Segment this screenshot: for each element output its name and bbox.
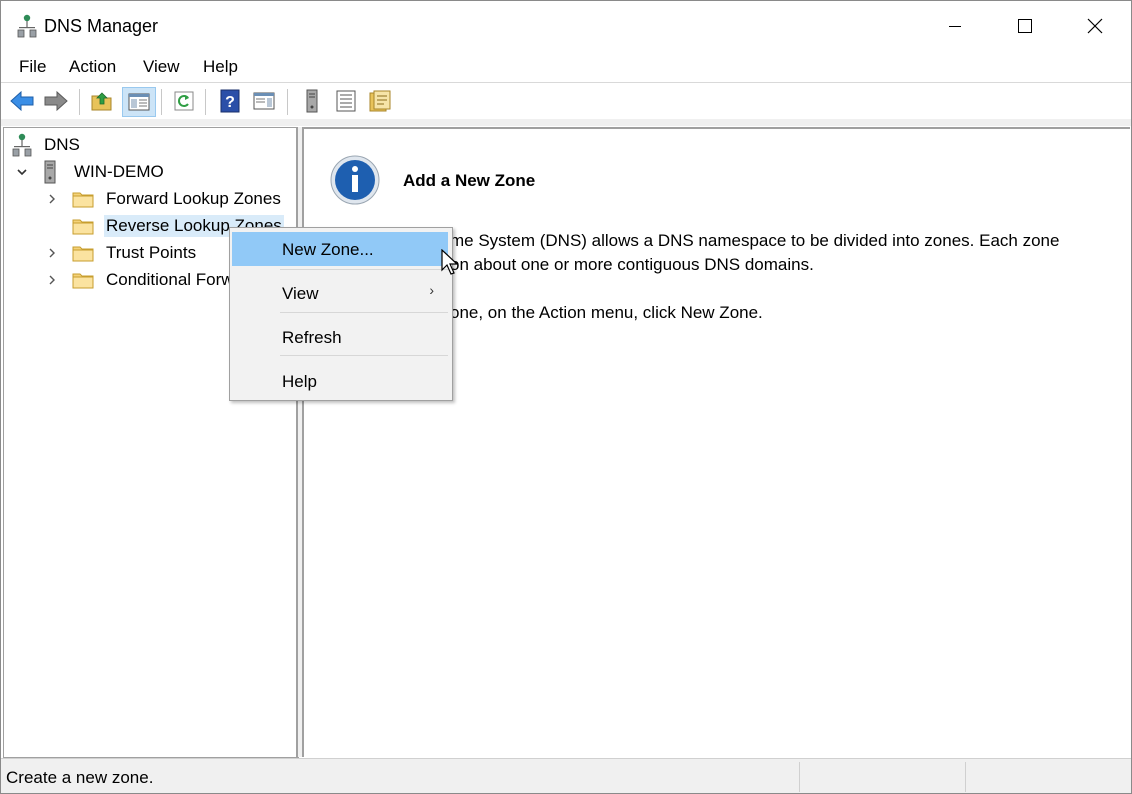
dns-app-icon bbox=[17, 14, 37, 38]
instruction-text: one, on the Action menu, click New Zone. bbox=[450, 303, 763, 322]
forward-button[interactable] bbox=[43, 88, 69, 114]
info-icon bbox=[330, 155, 380, 205]
svg-text:?: ? bbox=[225, 94, 235, 111]
toolbar-separator bbox=[205, 89, 206, 115]
properties-icon bbox=[369, 90, 391, 112]
tree-node-label: Conditional Forw bbox=[106, 270, 234, 289]
refresh-button[interactable] bbox=[171, 88, 197, 114]
menu-action[interactable]: Action bbox=[67, 57, 118, 77]
server-button[interactable] bbox=[299, 88, 325, 114]
tree-node-conditional-forwarders[interactable]: Conditional Forw bbox=[46, 268, 236, 292]
close-button[interactable] bbox=[1060, 1, 1130, 51]
context-menu: New Zone... View › Refresh Help bbox=[229, 227, 453, 401]
tree-node-label: DNS bbox=[44, 135, 80, 154]
status-divider bbox=[965, 762, 966, 792]
toolbar-separator bbox=[287, 89, 288, 115]
menu-item-refresh[interactable]: Refresh bbox=[232, 320, 448, 354]
chevron-right-icon[interactable] bbox=[46, 192, 58, 206]
tree-node-label: Forward Lookup Zones bbox=[106, 189, 281, 208]
show-hide-action-pane-button[interactable] bbox=[251, 88, 277, 114]
tree-node-label: WIN-DEMO bbox=[74, 162, 164, 181]
chevron-right-icon[interactable] bbox=[46, 246, 58, 260]
folder-icon bbox=[72, 192, 94, 208]
menu-file[interactable]: File bbox=[17, 57, 48, 77]
dns-manager-window: DNS Manager File Action View Help ? DNS … bbox=[0, 0, 1132, 794]
toolbar-divider bbox=[1, 119, 1131, 126]
show-hide-action-pane-icon bbox=[253, 92, 275, 110]
maximize-icon bbox=[1018, 19, 1032, 33]
menu-separator bbox=[280, 312, 448, 313]
folder-icon bbox=[72, 219, 94, 235]
menu-item-view[interactable]: View › bbox=[232, 276, 448, 310]
description-line-2: on about one or more contiguous DNS doma… bbox=[450, 255, 814, 274]
dns-icon bbox=[12, 133, 32, 157]
up-folder-icon bbox=[91, 92, 112, 111]
console-tree[interactable]: DNS WIN-DEMO Forward Lookup Zones Revers… bbox=[3, 127, 299, 758]
tree-node-forward-lookup-zones[interactable]: Forward Lookup Zones bbox=[46, 187, 283, 211]
properties-button[interactable] bbox=[367, 88, 393, 114]
maximize-button[interactable] bbox=[990, 1, 1060, 51]
back-button[interactable] bbox=[9, 88, 35, 114]
back-icon bbox=[10, 90, 34, 112]
server-icon bbox=[306, 89, 318, 113]
window-title: DNS Manager bbox=[44, 16, 159, 36]
menu-bar: File Action View Help bbox=[1, 53, 1131, 81]
minimize-button[interactable] bbox=[920, 1, 990, 51]
tree-node-trust-points[interactable]: Trust Points bbox=[46, 241, 198, 265]
list-icon bbox=[336, 90, 356, 112]
submenu-arrow-icon: › bbox=[429, 282, 434, 298]
menu-help[interactable]: Help bbox=[201, 57, 240, 77]
up-one-level-button[interactable] bbox=[89, 88, 115, 114]
description-line-1: me System (DNS) allows a DNS namespace t… bbox=[450, 231, 1060, 250]
folder-icon bbox=[72, 273, 94, 289]
toolbar-separator bbox=[79, 89, 80, 115]
status-divider bbox=[799, 762, 800, 792]
export-list-button[interactable] bbox=[333, 88, 359, 114]
minimize-icon bbox=[949, 26, 961, 27]
show-hide-console-tree-icon bbox=[128, 93, 150, 111]
menu-item-label: New Zone... bbox=[282, 240, 374, 259]
menu-item-new-zone[interactable]: New Zone... bbox=[232, 232, 448, 266]
close-icon bbox=[1087, 18, 1103, 34]
status-text: Create a new zone. bbox=[6, 768, 154, 787]
show-hide-console-tree-button[interactable] bbox=[122, 87, 156, 117]
title-bar[interactable]: DNS Manager bbox=[1, 1, 1131, 51]
tree-node-dns[interactable]: DNS bbox=[12, 133, 82, 157]
chevron-right-icon[interactable] bbox=[46, 273, 58, 287]
help-button[interactable]: ? bbox=[217, 88, 243, 114]
menu-separator bbox=[280, 355, 448, 356]
menu-separator bbox=[280, 269, 448, 270]
help-icon: ? bbox=[220, 89, 240, 113]
toolbar-separator bbox=[161, 89, 162, 115]
results-pane: Add a New Zone me System (DNS) allows a … bbox=[302, 127, 1130, 757]
tree-node-server[interactable]: WIN-DEMO bbox=[16, 160, 166, 184]
menu-item-label: Help bbox=[282, 372, 317, 391]
toolbar: ? bbox=[1, 85, 1131, 119]
menu-item-label: Refresh bbox=[282, 328, 342, 347]
status-bar: Create a new zone. bbox=[1, 758, 1131, 793]
folder-icon bbox=[72, 246, 94, 262]
menu-item-label: View bbox=[282, 284, 319, 303]
menu-view[interactable]: View bbox=[141, 57, 182, 77]
menubar-divider bbox=[1, 82, 1131, 83]
menu-item-help[interactable]: Help bbox=[232, 364, 448, 398]
refresh-icon bbox=[174, 91, 194, 111]
mouse-cursor-icon bbox=[441, 249, 459, 275]
forward-icon bbox=[44, 90, 68, 112]
page-title: Add a New Zone bbox=[403, 171, 536, 190]
chevron-down-icon[interactable] bbox=[16, 165, 28, 179]
tree-node-label: Trust Points bbox=[106, 243, 197, 262]
server-icon bbox=[44, 160, 56, 184]
